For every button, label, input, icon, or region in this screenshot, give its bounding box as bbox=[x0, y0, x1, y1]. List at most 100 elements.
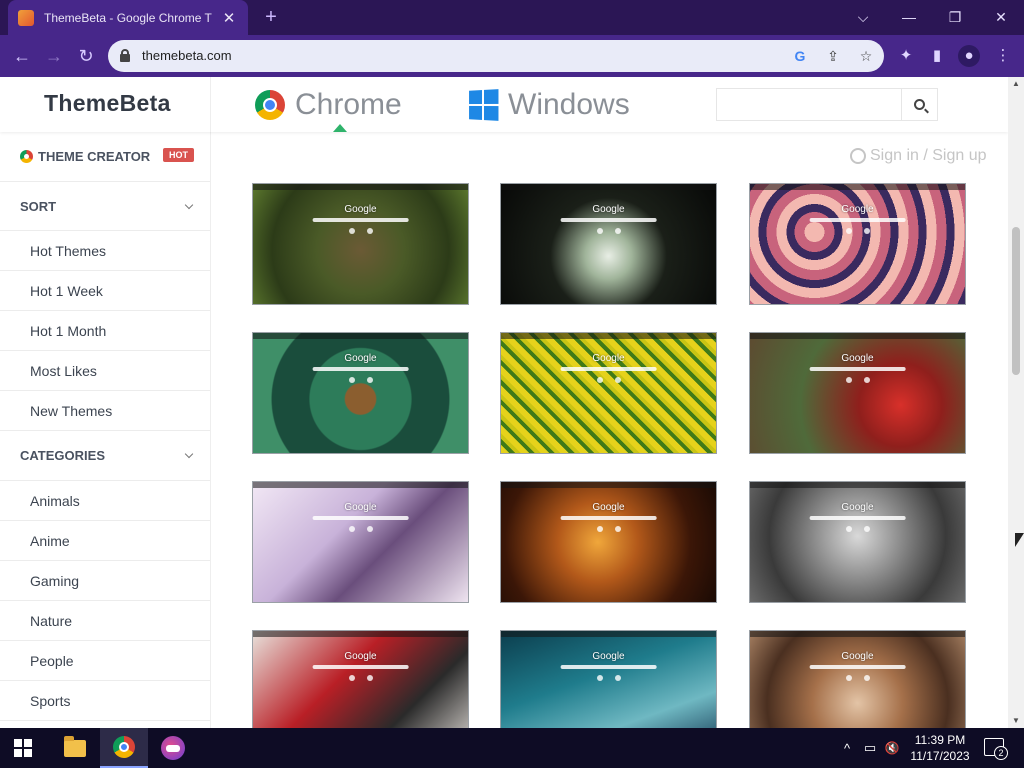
new-tab-button[interactable]: + bbox=[258, 4, 284, 30]
file-explorer-icon bbox=[64, 735, 86, 757]
scroll-thumb[interactable] bbox=[1012, 227, 1020, 375]
tile-preview-shortcuts bbox=[596, 228, 621, 234]
address-bar[interactable]: themebeta.com G ⇪ ☆ bbox=[108, 40, 884, 72]
tile-preview-searchbar bbox=[560, 367, 657, 371]
tile-google-label: Google bbox=[841, 651, 874, 662]
theme-tile-sloth-forest[interactable]: Google bbox=[252, 183, 469, 305]
extensions-icon[interactable]: ✦ bbox=[895, 45, 917, 67]
header-divider bbox=[210, 77, 211, 132]
tile-preview-shortcuts bbox=[596, 526, 621, 532]
reload-button[interactable]: ↻ bbox=[72, 42, 100, 70]
theme-tile-red-tulips[interactable]: Google bbox=[749, 332, 966, 454]
theme-tile-golden-bokeh[interactable]: Google bbox=[500, 481, 717, 603]
sort-header-label: SORT bbox=[20, 198, 57, 214]
sidebar-item-animals[interactable]: Animals bbox=[0, 481, 210, 521]
theme-tile-easter-bunny[interactable]: Google bbox=[749, 630, 966, 728]
sidebar-item-hot-themes[interactable]: Hot Themes bbox=[0, 231, 210, 271]
tile-google-label: Google bbox=[841, 204, 874, 215]
signin-link[interactable]: Sign in / Sign up bbox=[850, 147, 987, 165]
sidebar-item-anime[interactable]: Anime bbox=[0, 521, 210, 561]
tile-google-label: Google bbox=[592, 204, 625, 215]
tray-chevron-icon[interactable]: ^ bbox=[838, 728, 856, 768]
chrome-small-icon bbox=[20, 150, 33, 163]
profile-avatar-icon[interactable]: ● bbox=[958, 45, 980, 67]
system-clock[interactable]: 11:39 PM 11/17/2023 bbox=[900, 732, 980, 764]
game-app-button[interactable] bbox=[149, 728, 197, 768]
site-search-input[interactable] bbox=[716, 88, 938, 121]
tile-preview-searchbar bbox=[312, 665, 409, 669]
volume-muted-icon[interactable]: 🔇 bbox=[882, 728, 902, 768]
theme-tile-teal-sky[interactable]: Google bbox=[500, 630, 717, 728]
start-icon[interactable] bbox=[14, 739, 32, 757]
theme-tile-white-flowers[interactable]: Google bbox=[500, 183, 717, 305]
forward-button[interactable]: → bbox=[40, 42, 68, 70]
scroll-down-icon[interactable]: ▼ bbox=[1008, 714, 1024, 728]
chrome-taskbar-button[interactable] bbox=[100, 728, 148, 768]
tile-preview-shortcuts bbox=[348, 377, 373, 383]
theme-tile-hooded-warrior[interactable]: Google bbox=[749, 481, 966, 603]
tile-preview-tabstrip bbox=[253, 333, 468, 339]
categories-header-label: CATEGORIES bbox=[20, 448, 105, 463]
nav-chrome[interactable]: Chrome bbox=[255, 88, 402, 122]
tile-preview-searchbar bbox=[312, 367, 409, 371]
tile-preview-shortcuts bbox=[348, 228, 373, 234]
tile-preview-shortcuts bbox=[845, 675, 870, 681]
search-icon bbox=[914, 99, 925, 110]
tile-google-label: Google bbox=[841, 502, 874, 513]
back-button[interactable]: ← bbox=[8, 42, 36, 70]
tile-preview-searchbar bbox=[312, 516, 409, 520]
chrome-icon bbox=[113, 736, 135, 758]
categories-section-header[interactable]: CATEGORIES bbox=[0, 431, 210, 481]
user-icon bbox=[850, 148, 866, 164]
sidebar-item-people[interactable]: People bbox=[0, 641, 210, 681]
nav-windows-label: Windows bbox=[508, 88, 630, 121]
tile-preview-shortcuts bbox=[596, 377, 621, 383]
sidebar-item-gaming[interactable]: Gaming bbox=[0, 561, 210, 601]
bookmark-star-icon[interactable]: ☆ bbox=[856, 46, 876, 66]
sidebar-item-hot-1-month[interactable]: Hot 1 Month bbox=[0, 311, 210, 351]
google-lens-icon[interactable]: G bbox=[790, 46, 810, 66]
tab-themebeta[interactable]: ThemeBeta - Google Chrome Th ✕ bbox=[8, 0, 248, 35]
sidebar-item-new-themes[interactable]: New Themes bbox=[0, 391, 210, 431]
tile-preview-tabstrip bbox=[501, 333, 716, 339]
lock-icon[interactable] bbox=[120, 49, 130, 62]
network-icon[interactable]: ▭ bbox=[860, 728, 880, 768]
close-tab-icon[interactable]: ✕ bbox=[220, 9, 238, 27]
nav-active-indicator bbox=[333, 124, 347, 132]
theme-tile-red-riding-hood[interactable]: Google bbox=[252, 630, 469, 728]
theme-creator-link[interactable]: THEME CREATOR HOT bbox=[0, 132, 210, 182]
tile-preview-shortcuts bbox=[348, 675, 373, 681]
search-button[interactable] bbox=[901, 89, 937, 120]
theme-tile-yellow-flowers[interactable]: Google bbox=[500, 332, 717, 454]
theme-tile-floral-pattern[interactable]: Google bbox=[749, 183, 966, 305]
sidebar-item-most-likes[interactable]: Most Likes bbox=[0, 351, 210, 391]
theme-tile-lily-pads-boat[interactable]: Google bbox=[252, 332, 469, 454]
sort-section-header[interactable]: SORT bbox=[0, 182, 210, 231]
tile-google-label: Google bbox=[344, 651, 377, 662]
site-logo[interactable]: ThemeBeta bbox=[44, 90, 171, 117]
nav-windows[interactable]: Windows bbox=[468, 88, 630, 122]
sidebar-item-sports[interactable]: Sports bbox=[0, 681, 210, 721]
tab-search-dropdown-icon[interactable]: ⌵ bbox=[840, 0, 886, 35]
tile-preview-searchbar bbox=[312, 218, 409, 222]
scroll-up-icon[interactable]: ▲ bbox=[1008, 77, 1024, 91]
sidebar-item-nature[interactable]: Nature bbox=[0, 601, 210, 641]
clock-time: 11:39 PM bbox=[914, 733, 966, 747]
share-icon[interactable]: ⇪ bbox=[823, 46, 843, 66]
page-scrollbar[interactable]: ▲ ▼ bbox=[1008, 77, 1024, 728]
minimize-button[interactable]: — bbox=[886, 0, 932, 35]
url-text[interactable]: themebeta.com bbox=[142, 48, 232, 63]
close-window-button[interactable]: ✕ bbox=[978, 0, 1024, 35]
tile-preview-searchbar bbox=[809, 665, 906, 669]
theme-creator-label: THEME CREATOR bbox=[38, 149, 151, 164]
restore-button[interactable]: ❐ bbox=[932, 0, 978, 35]
side-panel-icon[interactable]: ▮ bbox=[926, 45, 948, 67]
windows-taskbar: ^ ▭ 🔇 11:39 PM 11/17/2023 2 bbox=[0, 728, 1024, 768]
file-explorer-button[interactable] bbox=[51, 728, 99, 768]
sidebar-item-hot-1-week[interactable]: Hot 1 Week bbox=[0, 271, 210, 311]
tab-title: ThemeBeta - Google Chrome Th bbox=[44, 10, 212, 25]
chrome-menu-icon[interactable]: ⋮ bbox=[992, 45, 1014, 67]
tile-google-label: Google bbox=[344, 204, 377, 215]
nav-chrome-label: Chrome bbox=[295, 88, 402, 121]
theme-tile-anime-swordsman[interactable]: Google bbox=[252, 481, 469, 603]
